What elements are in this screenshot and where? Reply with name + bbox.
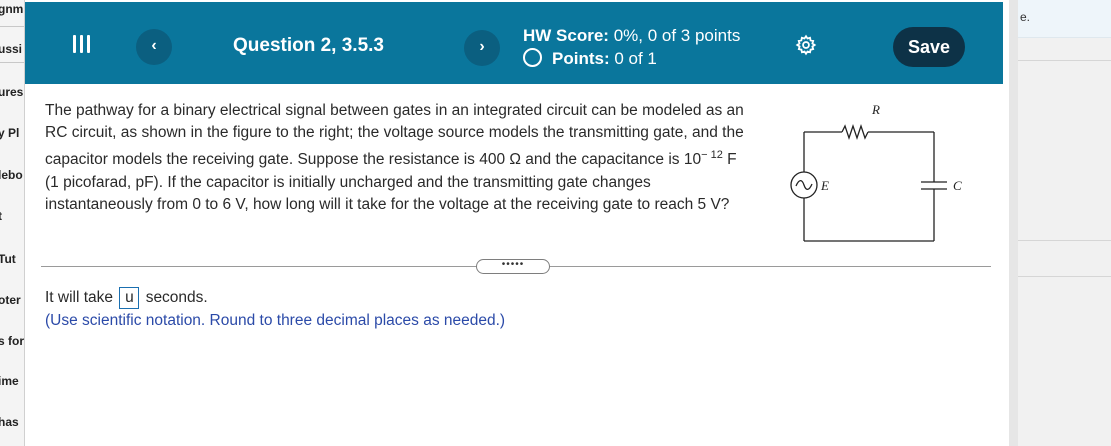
sidebar-separator bbox=[0, 62, 24, 63]
sidebar-fragment[interactable]: ime bbox=[0, 374, 19, 388]
next-question-button[interactable]: › bbox=[464, 30, 500, 66]
sidebar-fragment[interactable]: y Pl bbox=[0, 126, 19, 140]
rc-circuit-figure: R E C bbox=[790, 102, 962, 242]
question-text: The pathway for a binary electrical sign… bbox=[45, 100, 745, 216]
right-text-fragment: e. bbox=[1020, 10, 1031, 24]
answer-input[interactable]: u bbox=[119, 287, 140, 309]
answer-line: It will take u seconds. bbox=[45, 287, 208, 309]
sidebar-fragment[interactable]: lebo bbox=[0, 168, 23, 182]
hw-score-label: HW Score: bbox=[523, 26, 609, 45]
sidebar-fragment[interactable]: ussi bbox=[0, 42, 22, 56]
sidebar-fragment[interactable]: ures bbox=[0, 85, 23, 99]
previous-question-button[interactable]: ‹ bbox=[136, 29, 172, 65]
sidebar-fragment[interactable]: has bbox=[0, 415, 19, 429]
capacitance-exponent: − 12 bbox=[701, 149, 723, 162]
sidebar-separator bbox=[0, 26, 24, 27]
sidebar-fragment[interactable]: gnm bbox=[0, 2, 23, 16]
answer-prefix: It will take bbox=[45, 289, 114, 307]
question-panel: ‹ Question 2, 3.5.3 › HW Score: 0%, 0 of… bbox=[24, 0, 1009, 446]
resistor-label: R bbox=[871, 102, 880, 117]
sidebar-fragment[interactable]: t bbox=[0, 209, 2, 223]
points-status-circle-icon bbox=[523, 48, 542, 67]
points-label: Points: bbox=[552, 49, 610, 68]
source-label: E bbox=[820, 178, 829, 193]
hamburger-menu-icon[interactable] bbox=[73, 35, 91, 53]
points-status: Points: 0 of 1 bbox=[523, 48, 657, 69]
sidebar-fragment[interactable]: s for bbox=[0, 334, 24, 348]
sidebar-fragment[interactable]: Tut bbox=[0, 252, 16, 266]
sidebar-fragment[interactable]: oter bbox=[0, 293, 21, 307]
save-button[interactable]: Save bbox=[893, 27, 965, 67]
left-sidebar: gnm ussi ures y Pl lebo t Tut oter s for… bbox=[0, 0, 24, 446]
hw-score-value: 0%, 0 of 3 points bbox=[613, 26, 741, 45]
capacitor-label: C bbox=[953, 178, 962, 193]
question-text-part1: The pathway for a binary electrical sign… bbox=[45, 102, 744, 169]
scrollbar-track[interactable] bbox=[1008, 0, 1018, 446]
hw-score: HW Score: 0%, 0 of 3 points bbox=[523, 26, 740, 46]
question-title: Question 2, 3.5.3 bbox=[233, 35, 384, 56]
answer-hint: (Use scientific notation. Round to three… bbox=[45, 312, 506, 329]
expand-more-button[interactable]: ••••• bbox=[476, 259, 550, 274]
right-separator bbox=[1018, 240, 1111, 241]
question-header: ‹ Question 2, 3.5.3 › HW Score: 0%, 0 of… bbox=[25, 2, 1003, 84]
right-separator bbox=[1018, 60, 1111, 61]
points-value: 0 of 1 bbox=[614, 49, 657, 68]
gear-icon[interactable] bbox=[795, 34, 817, 56]
right-banner bbox=[1018, 0, 1111, 38]
right-background: e. bbox=[1018, 0, 1111, 446]
right-separator bbox=[1018, 276, 1111, 277]
answer-suffix: seconds. bbox=[145, 289, 208, 307]
